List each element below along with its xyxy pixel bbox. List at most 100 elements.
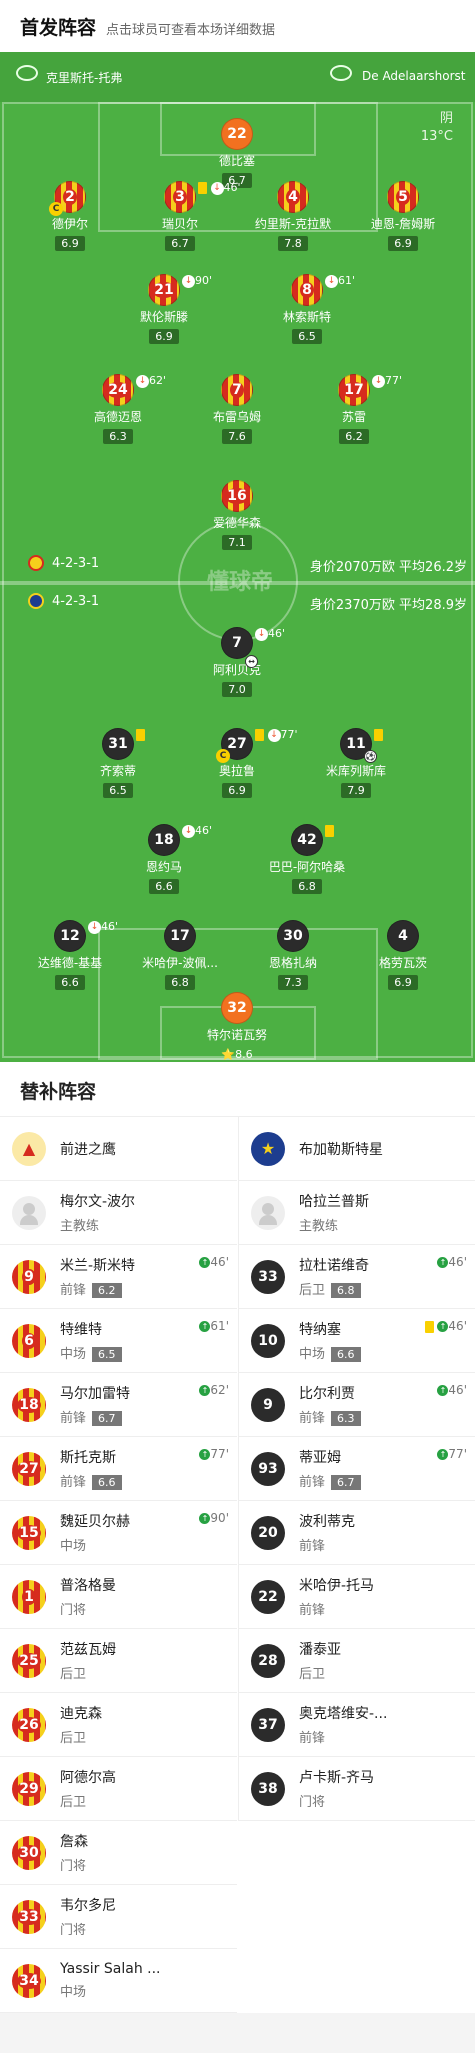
sub-player-position: 后卫	[60, 1795, 87, 1810]
player[interactable]: 27 C ↓ 77' 奥拉鲁 6.9	[177, 728, 298, 798]
sub-player-number: 20	[258, 1524, 278, 1541]
player-shirt: 30	[277, 920, 309, 952]
sub-player-shirt: 29	[12, 1771, 46, 1806]
sub-player-shirt: 6	[12, 1323, 46, 1358]
player-name: 约里斯-克拉默	[254, 217, 332, 231]
sub-player-name: Yassir Salah ...	[60, 1961, 161, 1977]
player[interactable]: 42 巴巴-阿尔哈桑 6.8	[247, 824, 367, 894]
player-name: 达维德-基基	[37, 956, 103, 970]
player[interactable]: 5 迪恩-詹姆斯 6.9	[343, 181, 463, 251]
player-name: 格劳瓦茨	[378, 956, 427, 970]
sub-player-row[interactable]: 27 斯托克斯 前锋 6.6 ↑ 77'	[0, 1437, 237, 1501]
sub-player-rating: 6.6	[331, 1347, 361, 1362]
player-rating: 6.9	[388, 975, 418, 990]
home-coach-name: 梅尔文-波尔	[60, 1194, 136, 1210]
player[interactable]: 31 齐索蒂 6.5	[58, 728, 178, 798]
player-name: 林索斯特	[282, 310, 331, 324]
away-team-crest-icon: ★	[251, 1131, 285, 1166]
sub-player-number: 10	[258, 1332, 278, 1349]
sub-off-icon: ↓	[255, 627, 268, 641]
sub-player-rating: 6.6	[92, 1475, 122, 1490]
sub-player-row[interactable]: 25 范兹瓦姆 后卫	[0, 1629, 237, 1693]
captain-icon: C	[216, 749, 230, 763]
player[interactable]: 8 ↓ 61' 林索斯特 6.5	[247, 274, 367, 344]
sub-minute: 61'	[338, 274, 356, 287]
player[interactable]: 7 布雷乌姆 7.6	[177, 374, 297, 444]
away-coach-row[interactable]: 哈拉兰普斯 主教练	[239, 1181, 475, 1245]
sub-player-rating: 6.7	[331, 1475, 361, 1490]
player[interactable]: 3 ↓ 46' 瑞贝尔 6.7	[120, 181, 241, 251]
player[interactable]: 4 格劳瓦茨 6.9	[343, 920, 463, 990]
player-rating: 7.3	[278, 975, 308, 990]
sub-player-row[interactable]: 9 比尔利贾 前锋 6.3 ↑ 46'	[239, 1373, 475, 1437]
coach-avatar-icon	[251, 1195, 285, 1230]
sub-on-icon: ↑	[437, 1385, 449, 1396]
sub-off-icon: ↓	[182, 824, 195, 838]
player[interactable]: 4 约里斯-克拉默 7.8	[233, 181, 353, 251]
player-rating: 6.5	[103, 783, 133, 798]
player[interactable]: 2 C 德伊尔 6.9	[10, 181, 130, 251]
away-crest-icon	[28, 593, 44, 609]
sub-player-row[interactable]: 15 魏延贝尔赫 中场 ↑ 90'	[0, 1501, 237, 1565]
player-shirt: 3	[164, 181, 196, 213]
sub-player-number: 93	[258, 1460, 278, 1477]
player-shirt: 7 ↔	[221, 627, 258, 668]
sub-player-row[interactable]: 22 米哈伊-托马 前锋	[239, 1565, 475, 1629]
weather-temp: 13°C	[420, 129, 453, 144]
sub-player-meta: 中场 6.5	[60, 1343, 122, 1362]
player[interactable]: 21 ↓ 90' 默伦斯滕 6.9	[104, 274, 224, 344]
sub-player-row[interactable]: 9 米兰-斯米特 前锋 6.2 ↑ 46'	[0, 1245, 237, 1309]
sub-player-row[interactable]: 30 詹森 门将	[0, 1821, 237, 1885]
player-shirt: 17	[164, 920, 196, 952]
sub-player-row[interactable]: 37 奥克塔维安-... 前锋	[239, 1693, 475, 1757]
player-event: ↓ 46'	[88, 920, 118, 934]
sub-player-rating: 6.2	[92, 1283, 122, 1298]
sub-player-row[interactable]: 34 Yassir Salah ... 中场	[0, 1949, 237, 2013]
sub-player-row[interactable]: 6 特维特 中场 6.5 ↑ 61'	[0, 1309, 237, 1373]
sub-player-row[interactable]: 28 潘泰亚 后卫	[239, 1629, 475, 1693]
player-name: 布雷乌姆	[212, 410, 261, 424]
player-number: 18	[154, 832, 174, 848]
rating-value: 7.0	[228, 683, 246, 696]
player[interactable]: 17 ↓ 77' 苏雷 6.2	[294, 374, 414, 444]
home-coach-row[interactable]: 梅尔文-波尔 主教练	[0, 1181, 237, 1245]
sub-player-shirt: 9	[251, 1387, 285, 1422]
sub-minute: 77'	[280, 728, 298, 741]
pitch: 克里斯托-托弗 De Adelaarshorst 阴 13°C 懂球帝 4-2-…	[0, 52, 475, 1062]
sub-player-row[interactable]: 29 阿德尔高 后卫	[0, 1757, 237, 1821]
home-team-icon	[16, 65, 38, 81]
player[interactable]: 12 ↓ 46' 达维德-基基 6.6	[10, 920, 130, 990]
player[interactable]: 16 爱德华森 7.1	[177, 480, 297, 550]
sub-player-row[interactable]: 1 普洛格曼 门将	[0, 1565, 237, 1629]
player[interactable]: 24 ↓ 62' 高德迈恩 6.3	[58, 374, 178, 444]
sub-player-name: 拉杜诺维奇	[299, 1258, 369, 1274]
sub-player-meta: 门将	[60, 1919, 116, 1938]
sub-player-row[interactable]: 93 蒂亚姆 前锋 6.7 ↑ 77'	[239, 1437, 475, 1501]
home-coach-role: 主教练	[60, 1219, 100, 1234]
sub-player-shirt: 10	[251, 1323, 285, 1358]
player[interactable]: 11 ⚽ 米库列斯库 7.9	[296, 728, 416, 798]
player-number: 16	[225, 488, 249, 504]
rating-value: 6.6	[61, 976, 79, 989]
player-number: 4	[286, 189, 300, 205]
player[interactable]: 7 ↔ ↓ 46' 阿利贝克 7.0	[177, 627, 297, 697]
home-team-row[interactable]: ▲ 前进之鹰	[0, 1117, 237, 1181]
sub-player-row[interactable]: 38 卢卡斯-齐马 门将	[239, 1757, 475, 1821]
player-name: 德比塞	[218, 154, 255, 168]
away-team-row[interactable]: ★ 布加勒斯特星	[239, 1117, 475, 1181]
sub-player-row[interactable]: 33 拉杜诺维奇 后卫 6.8 ↑ 46'	[239, 1245, 475, 1309]
player[interactable]: 32 特尔诺瓦努 ⭐8.6	[177, 992, 297, 1062]
sub-player-row[interactable]: 33 韦尔多尼 门将	[0, 1885, 237, 1949]
sub-player-row[interactable]: 10 特纳塞 中场 6.6 ↑ 46'	[239, 1309, 475, 1373]
player[interactable]: 17 米哈伊-波佩... 6.8	[120, 920, 240, 990]
assist-icon: ↔	[245, 655, 258, 668]
sub-player-shirt: 93	[251, 1451, 285, 1486]
weather-condition: 阴	[439, 111, 453, 126]
player[interactable]: 30 恩格扎纳 7.3	[233, 920, 353, 990]
sub-player-row[interactable]: 26 迪克森 后卫	[0, 1693, 237, 1757]
sub-player-row[interactable]: 20 波利蒂克 前锋	[239, 1501, 475, 1565]
player-name: 齐索蒂	[99, 764, 136, 778]
sub-player-row[interactable]: 18 马尔加雷特 前锋 6.7 ↑ 62'	[0, 1373, 237, 1437]
player[interactable]: 18 ↓ 46' 恩约马 6.6	[104, 824, 224, 894]
player[interactable]: 22 德比塞 6.7	[177, 118, 297, 188]
